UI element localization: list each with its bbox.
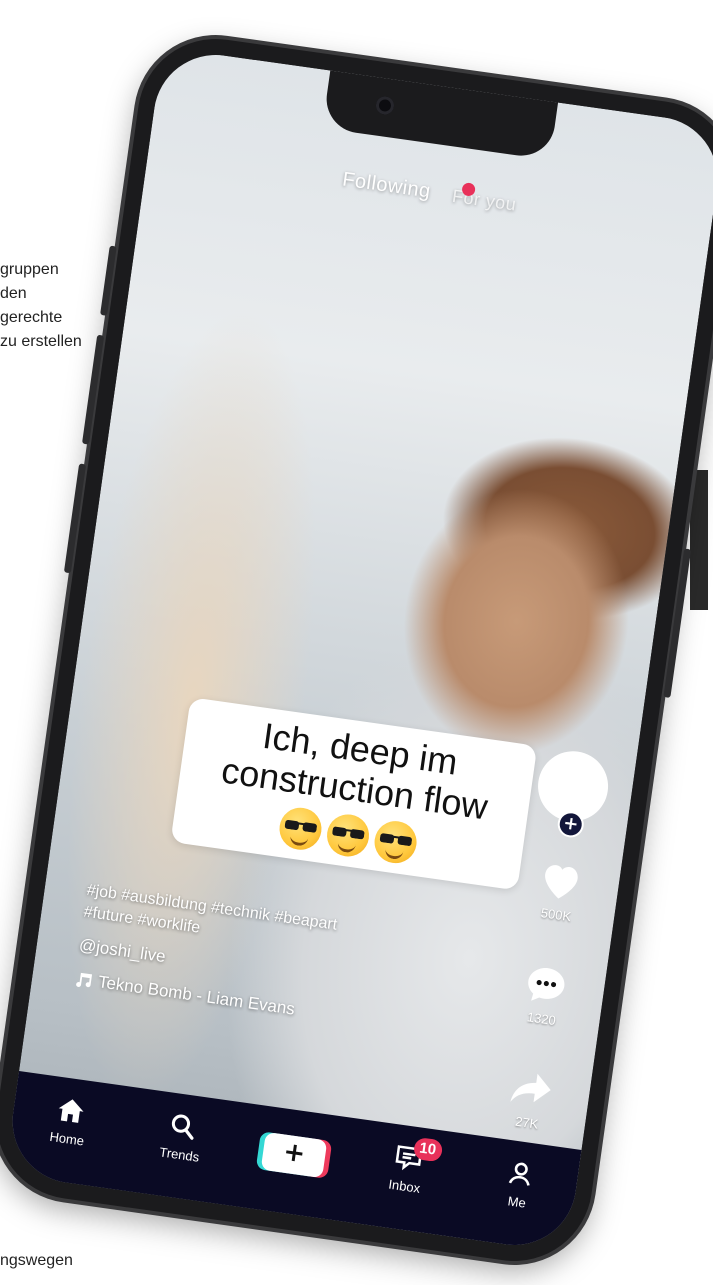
nav-home[interactable]: Home	[26, 1091, 112, 1152]
music-note-icon	[76, 972, 93, 988]
nav-inbox[interactable]: 10 Inbox	[364, 1136, 450, 1200]
heart-icon	[545, 865, 578, 899]
plus-icon: +	[281, 1136, 308, 1170]
like-count: 500K	[539, 905, 573, 925]
nav-create[interactable]: +	[252, 1123, 338, 1180]
comment-button[interactable]: 1320	[501, 959, 589, 1032]
nav-trends[interactable]: Trends	[139, 1107, 225, 1168]
video-caption: Ich, deep im construction flow	[170, 697, 538, 891]
share-arrow-icon	[510, 1073, 551, 1103]
sunglasses-emoji-icon	[324, 811, 372, 860]
search-icon	[172, 1114, 194, 1140]
background-text-line: den	[0, 285, 27, 302]
phone-screen[interactable]: Following For you Ich, deep im construct…	[4, 47, 713, 1253]
background-text-line: gerechte	[0, 309, 63, 326]
sunglasses-emoji-icon	[276, 805, 325, 853]
background-divider	[690, 470, 708, 610]
tab-following[interactable]: Following	[341, 168, 432, 203]
nav-me-label: Me	[506, 1193, 527, 1211]
nav-me[interactable]: Me	[476, 1154, 562, 1215]
background-text-line: zu erstellen	[0, 333, 82, 350]
home-icon	[58, 1099, 84, 1123]
share-count: 27K	[514, 1113, 540, 1132]
phone-frame: Following For you Ich, deep im construct…	[0, 28, 713, 1272]
action-column: + 500K 1320 27K	[510, 746, 618, 1132]
volume-button	[100, 245, 117, 316]
volume-button	[81, 334, 105, 445]
comment-count: 1320	[526, 1009, 557, 1029]
comment-bubble-icon	[528, 968, 565, 1001]
profile-icon	[508, 1162, 530, 1186]
volume-button	[63, 463, 87, 574]
nav-home-label: Home	[48, 1128, 86, 1149]
camera-icon	[374, 95, 396, 116]
notch	[322, 70, 559, 160]
feed-tabs: Following For you	[147, 141, 713, 243]
background-text-line: gruppen	[0, 261, 59, 278]
post-info: #job #ausbildung #technik #beapart #futu…	[73, 880, 375, 1029]
like-button[interactable]: 500K	[515, 855, 603, 928]
nav-trends-label: Trends	[158, 1144, 201, 1165]
power-button	[663, 548, 692, 698]
share-button[interactable]: 27K	[486, 1063, 574, 1136]
sunglasses-emoji-icon	[371, 818, 420, 866]
nav-inbox-label: Inbox	[387, 1176, 422, 1196]
background-text-block: gruppen den gerechte zu erstellen	[0, 258, 82, 354]
background-bottom-text: ngswegen	[0, 1252, 73, 1269]
tab-for-you[interactable]: For you	[451, 186, 518, 216]
create-button[interactable]: +	[260, 1131, 328, 1179]
